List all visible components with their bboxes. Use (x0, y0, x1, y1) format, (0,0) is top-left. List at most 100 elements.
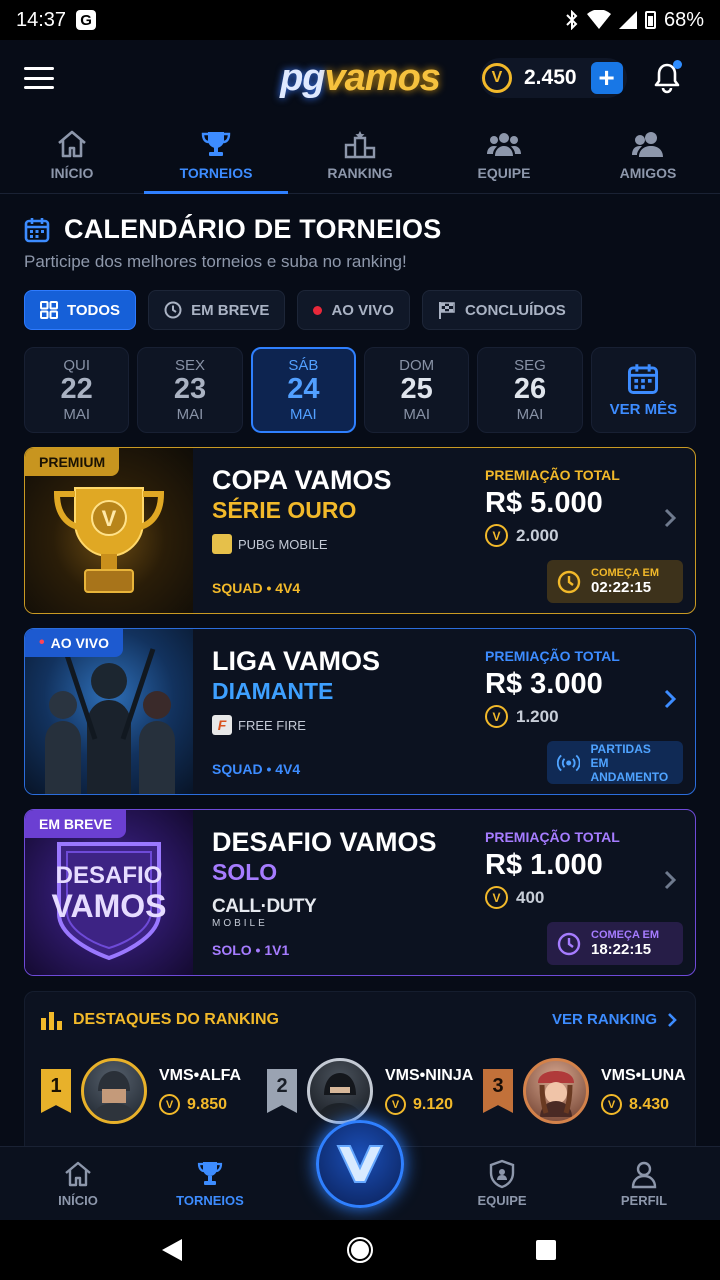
chevron-right-icon (668, 1012, 677, 1027)
date-day: 25 (400, 373, 433, 406)
coin-balance: V 2.450 + (480, 58, 627, 98)
view-month-button[interactable]: VER MÊS (590, 347, 696, 433)
vamos-center-button[interactable] (316, 1120, 404, 1208)
ranking-player-1[interactable]: 1 VMS•ALFA V 9.850 (41, 1058, 241, 1124)
prize-label: PREMIAÇÃO TOTAL (485, 648, 620, 664)
coins-amount: 2.000 (516, 525, 559, 545)
prize-value: R$ 5.000 (485, 487, 603, 519)
nav-equipe[interactable]: EQUIPE (436, 1147, 568, 1220)
rank-position: 1 (41, 1069, 71, 1113)
status-badge: • AO VIVO (25, 629, 123, 657)
svg-text:V: V (102, 506, 117, 531)
coins-amount: 400 (516, 887, 545, 907)
google-icon: G (76, 10, 97, 30)
add-coins-button[interactable]: + (590, 62, 623, 94)
trophy-icon (201, 131, 231, 156)
top-tabs: INÍCIO TORNEIOS RANKING EQUIPE AMIGOS (0, 116, 720, 194)
countdown-status: COMEÇA EM 18:22:15 (547, 922, 683, 965)
player-name: VMS•ALFA (159, 1067, 242, 1084)
game-info: CALL·DUTY MOBILE (212, 896, 317, 929)
date-25[interactable]: DOM 25 MAI (364, 347, 470, 433)
tab-torneios[interactable]: TORNEIOS (144, 116, 288, 194)
countdown-status: COMEÇA EM 02:22:15 (547, 560, 683, 603)
tab-amigos[interactable]: AMIGOS (576, 116, 720, 193)
back-icon[interactable] (160, 1237, 184, 1263)
notifications-bell-icon[interactable] (652, 60, 682, 94)
nav-perfil[interactable]: PERFIL (568, 1147, 720, 1220)
home-icon (65, 1161, 91, 1187)
recents-icon[interactable] (535, 1239, 557, 1261)
ranking-player-3[interactable]: 3 VMS•LUNA V 8.430 (483, 1058, 686, 1124)
tab-ranking[interactable]: RANKING (288, 116, 432, 193)
date-weekday: SEX (174, 357, 205, 375)
trophy-icon (197, 1162, 223, 1185)
tournament-series: SÉRIE OURO (212, 497, 357, 523)
tab-equipe[interactable]: EQUIPE (432, 116, 576, 193)
tournament-card-copa-vamos[interactable]: V PREMIUM COPA VAMOS SÉRIE OURO PUBG MOB… (24, 447, 696, 614)
page-subtitle: Participe dos melhores torneios e suba n… (24, 252, 407, 271)
v-coin-icon: V (482, 63, 512, 93)
rank-position: 3 (483, 1069, 513, 1113)
tab-inicio[interactable]: INÍCIO (0, 116, 144, 193)
wifi-icon (586, 10, 611, 29)
home-circle-icon[interactable] (347, 1237, 373, 1263)
tab-label: RANKING (327, 164, 393, 181)
nav-torneios[interactable]: TORNEIOS (156, 1147, 264, 1220)
calendar-icon (24, 217, 50, 242)
clock-icon (557, 932, 581, 955)
v-coin-icon: V (385, 1094, 406, 1115)
filter-ao-vivo[interactable]: AO VIVO (297, 290, 410, 330)
game-name: FREE FIRE (238, 717, 306, 733)
battery-level: 68% (663, 8, 704, 31)
menu-icon[interactable] (24, 67, 54, 89)
game-name-sub: MOBILE (212, 918, 268, 929)
filter-em-breve[interactable]: EM BREVE (148, 290, 286, 330)
pubg-icon (212, 534, 232, 554)
view-ranking-link[interactable]: VER RANKING (552, 1011, 677, 1028)
status-badge: PREMIUM (25, 448, 120, 476)
date-weekday: DOM (399, 357, 435, 375)
notification-dot (673, 60, 682, 69)
tournament-series: DIAMANTE (212, 678, 334, 704)
date-month: MAI (63, 405, 90, 423)
view-ranking-label: VER RANKING (551, 1011, 657, 1028)
date-23[interactable]: SEX 23 MAI (137, 347, 243, 433)
avatar (523, 1058, 589, 1124)
tournament-card-liga-vamos[interactable]: • AO VIVO LIGA VAMOS DIAMANTE F FREE FIR… (24, 628, 696, 795)
status-value: EM ANDAMENTO (590, 755, 669, 784)
tournament-series: SOLO (212, 859, 278, 885)
filter-todos[interactable]: TODOS (24, 290, 137, 330)
player-name: VMS•NINJA (385, 1067, 474, 1084)
date-day: 26 (513, 373, 547, 406)
art-title-line1: DESAFIO (55, 862, 163, 889)
prize-value: R$ 3.000 (485, 668, 603, 700)
app-header: pgvamos V 2.450 + (0, 40, 720, 116)
date-selector: QUI 22 MAI SEX 23 MAI SÁB 24 MAI DOM 25 … (24, 347, 696, 433)
avatar (81, 1058, 147, 1124)
user-icon (631, 1161, 657, 1189)
avatar (307, 1058, 373, 1124)
clock-icon (164, 301, 182, 319)
nav-inicio[interactable]: INÍCIO (0, 1147, 156, 1220)
v-coin-icon: V (485, 886, 508, 909)
filter-label: CONCLUÍDOS (464, 301, 566, 319)
ranking-player-2[interactable]: 2 VMS•NINJA V 9.120 (267, 1058, 473, 1124)
date-24[interactable]: SÁB 24 MAI (250, 347, 357, 433)
points-value: 9.120 (413, 1095, 454, 1113)
player-points: V 9.120 (385, 1094, 473, 1115)
game-info: PUBG MOBILE (212, 534, 328, 554)
date-month: MAI (290, 405, 317, 423)
calendar-icon (628, 363, 659, 394)
date-day: 24 (287, 373, 320, 406)
system-navigation-bar (0, 1220, 720, 1280)
date-26[interactable]: SEG 26 MAI (477, 347, 583, 433)
tournament-card-desafio-vamos[interactable]: DESAFIO VAMOS EM BREVE DESAFIO VAMOS SOL… (24, 809, 696, 976)
filter-concluidos[interactable]: CONCLUÍDOS (421, 290, 582, 330)
date-22[interactable]: QUI 22 MAI (24, 347, 130, 433)
section-heading: CALENDÁRIO DE TORNEIOS (24, 214, 441, 245)
prize-label: PREMIAÇÃO TOTAL (485, 829, 620, 845)
date-day: 22 (60, 373, 93, 406)
date-month: MAI (516, 405, 544, 423)
chevron-right-icon (664, 508, 677, 528)
rank-position: 2 (267, 1069, 297, 1113)
